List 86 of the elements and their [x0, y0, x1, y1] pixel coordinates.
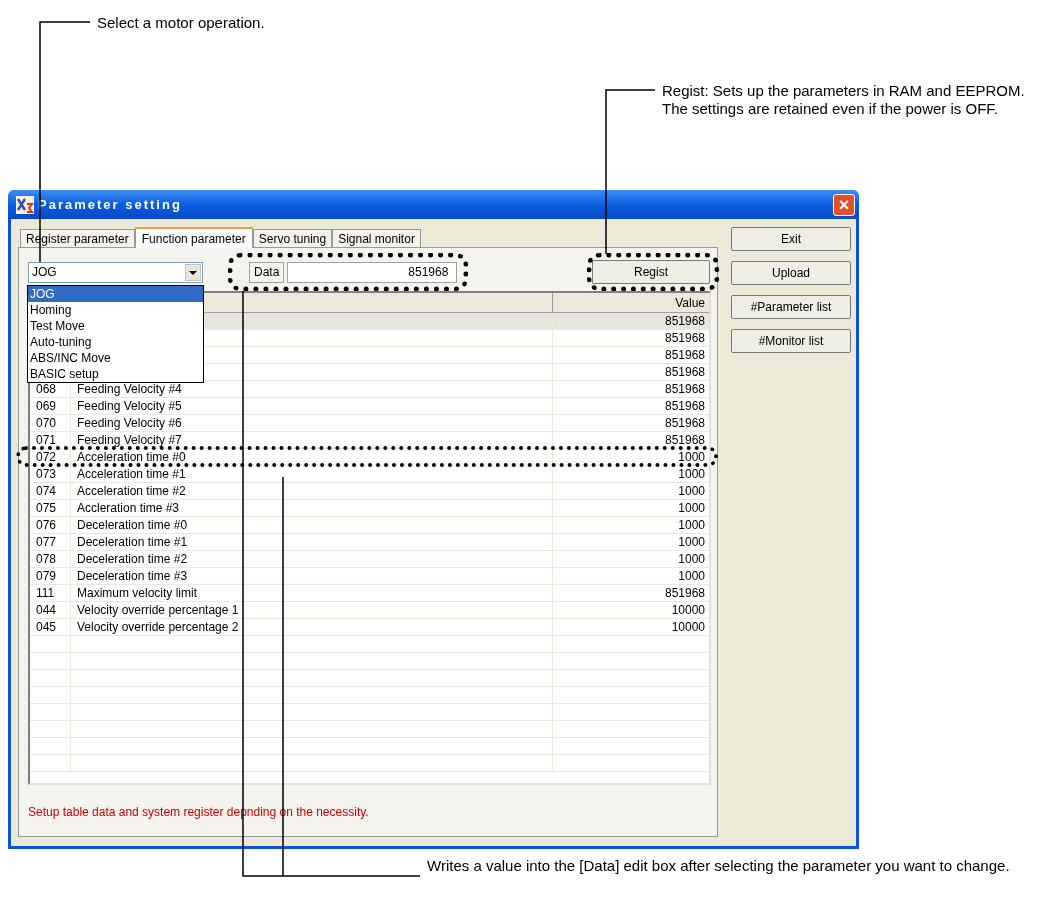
- regist-button[interactable]: Regist: [592, 260, 710, 284]
- side-button[interactable]: #Monitor list: [731, 329, 851, 353]
- annotation-text: Select a motor operation.: [97, 14, 266, 32]
- table-cell: 851968: [664, 399, 705, 413]
- table-cell: 072: [36, 450, 57, 464]
- table-row[interactable]: 078 Deceleration time #2 1000: [30, 551, 709, 568]
- table-cell: 073: [36, 467, 57, 481]
- table-cell: 1000: [678, 450, 705, 464]
- table-cell: Feeding Velocity #7: [77, 433, 182, 447]
- table-row[interactable]: 079 Deceleration time #3 1000: [30, 568, 709, 585]
- table-cell: 075: [36, 501, 57, 515]
- table-cell: 851968: [664, 314, 705, 328]
- dropdown-option[interactable]: Auto-tuning: [28, 334, 203, 350]
- table-cell: 1000: [678, 467, 705, 481]
- table-row[interactable]: 068 Feeding Velocity #4 851968: [30, 381, 709, 398]
- table-row[interactable]: 071 Feeding Velocity #7 851968: [30, 432, 709, 449]
- annotation-text: Regist: Sets up the parameters in RAM and EEPROM. The settings are retained even if the power is OFF.: [662, 82, 1026, 118]
- table-cell: 044: [36, 603, 57, 617]
- table-row[interactable]: 073 Acceleration time #1 1000: [30, 466, 709, 483]
- table-cell: Deceleration time #3: [77, 569, 188, 583]
- table-row[interactable]: 069 Feeding Velocity #5 851968: [30, 398, 709, 415]
- table-cell: 10000: [671, 603, 705, 617]
- table-cell: 1000: [678, 569, 705, 583]
- table-cell: Deceleration time #1: [77, 535, 188, 549]
- caret-icon: [185, 263, 201, 281]
- dropdown-option[interactable]: BASIC setup: [28, 366, 203, 382]
- table-cell: 851968: [664, 382, 705, 396]
- dropdown-option[interactable]: ABS/INC Move: [28, 350, 203, 366]
- table-row[interactable]: 070 Feeding Velocity #6 851968: [30, 415, 709, 432]
- table-cell: Deceleration time #0: [77, 518, 188, 532]
- table-cell: 851968: [664, 365, 705, 379]
- table-row[interactable]: 074 Acceleration time #2 1000: [30, 483, 709, 500]
- column-header: Value: [674, 295, 706, 312]
- tab[interactable]: Function parameter: [134, 227, 253, 248]
- table-cell: 1000: [678, 484, 705, 498]
- table-cell: 074: [36, 484, 57, 498]
- table-cell: Maximum velocity limit: [77, 586, 197, 600]
- data-label: Data: [249, 261, 285, 283]
- table-cell: Velocity override percentage 2: [77, 620, 239, 634]
- data-field[interactable]: 851968: [287, 261, 458, 283]
- table-cell: Acceleration time #1: [77, 467, 186, 481]
- table-cell: 851968: [664, 586, 705, 600]
- table-row[interactable]: 045 Velocity override percentage 2 10000: [30, 619, 709, 636]
- table-cell: 851968: [664, 416, 705, 430]
- side-button[interactable]: #Parameter list: [731, 295, 851, 319]
- annotation-text: Writes a value into the [Data] edit box after selecting the parameter you want to change.: [427, 857, 1011, 875]
- app-icon: [16, 195, 34, 214]
- table-cell: Velocity override percentage 1: [77, 603, 239, 617]
- table-cell: 045: [36, 620, 57, 634]
- table-cell: Feeding Velocity #5: [77, 399, 182, 413]
- table-cell: Acceleration time #2: [77, 484, 186, 498]
- tab[interactable]: Servo tuning: [252, 229, 333, 247]
- table-cell: 1000: [678, 501, 705, 515]
- table-cell: 1000: [678, 535, 705, 549]
- table-cell: 111: [36, 586, 55, 600]
- close-button[interactable]: ×: [833, 193, 855, 216]
- table-cell: 1000: [678, 552, 705, 566]
- operation-combobox[interactable]: JOG: [28, 261, 203, 283]
- table-cell: 070: [36, 416, 57, 430]
- side-button[interactable]: Upload: [731, 261, 851, 285]
- side-button[interactable]: Exit: [731, 227, 851, 251]
- tab[interactable]: Signal monitor: [332, 229, 421, 247]
- table-cell: 851968: [664, 433, 705, 447]
- table-cell: 071: [36, 433, 57, 447]
- table-cell: 079: [36, 569, 57, 583]
- table-cell: 851968: [664, 348, 705, 362]
- table-cell: 1000: [678, 518, 705, 532]
- table-cell: Acceleration time #0: [77, 450, 186, 464]
- table-cell: 10000: [671, 620, 705, 634]
- table-row[interactable]: 111 Maximum velocity limit 851968: [30, 585, 709, 602]
- table-cell: 077: [36, 535, 57, 549]
- table-cell: 076: [36, 518, 57, 532]
- table-cell: Feeding Velocity #4: [77, 382, 182, 396]
- table-cell: 078: [36, 552, 57, 566]
- table-cell: Feeding Velocity #6: [77, 416, 182, 430]
- table-row[interactable]: 044 Velocity override percentage 1 10000: [30, 602, 709, 619]
- table-row[interactable]: 076 Deceleration time #0 1000: [30, 517, 709, 534]
- table-row[interactable]: 075 Accleration time #3 1000: [30, 500, 709, 517]
- table-cell: 851968: [664, 331, 705, 345]
- table-cell: Accleration time #3: [77, 501, 180, 515]
- dropdown-option[interactable]: JOG: [28, 286, 203, 302]
- table-cell: 068: [36, 382, 57, 396]
- table-cell: Deceleration time #2: [77, 552, 188, 566]
- table-row[interactable]: 072 Acceleration time #0 1000: [30, 449, 709, 466]
- table-row[interactable]: 077 Deceleration time #1 1000: [30, 534, 709, 551]
- table-cell: 069: [36, 399, 57, 413]
